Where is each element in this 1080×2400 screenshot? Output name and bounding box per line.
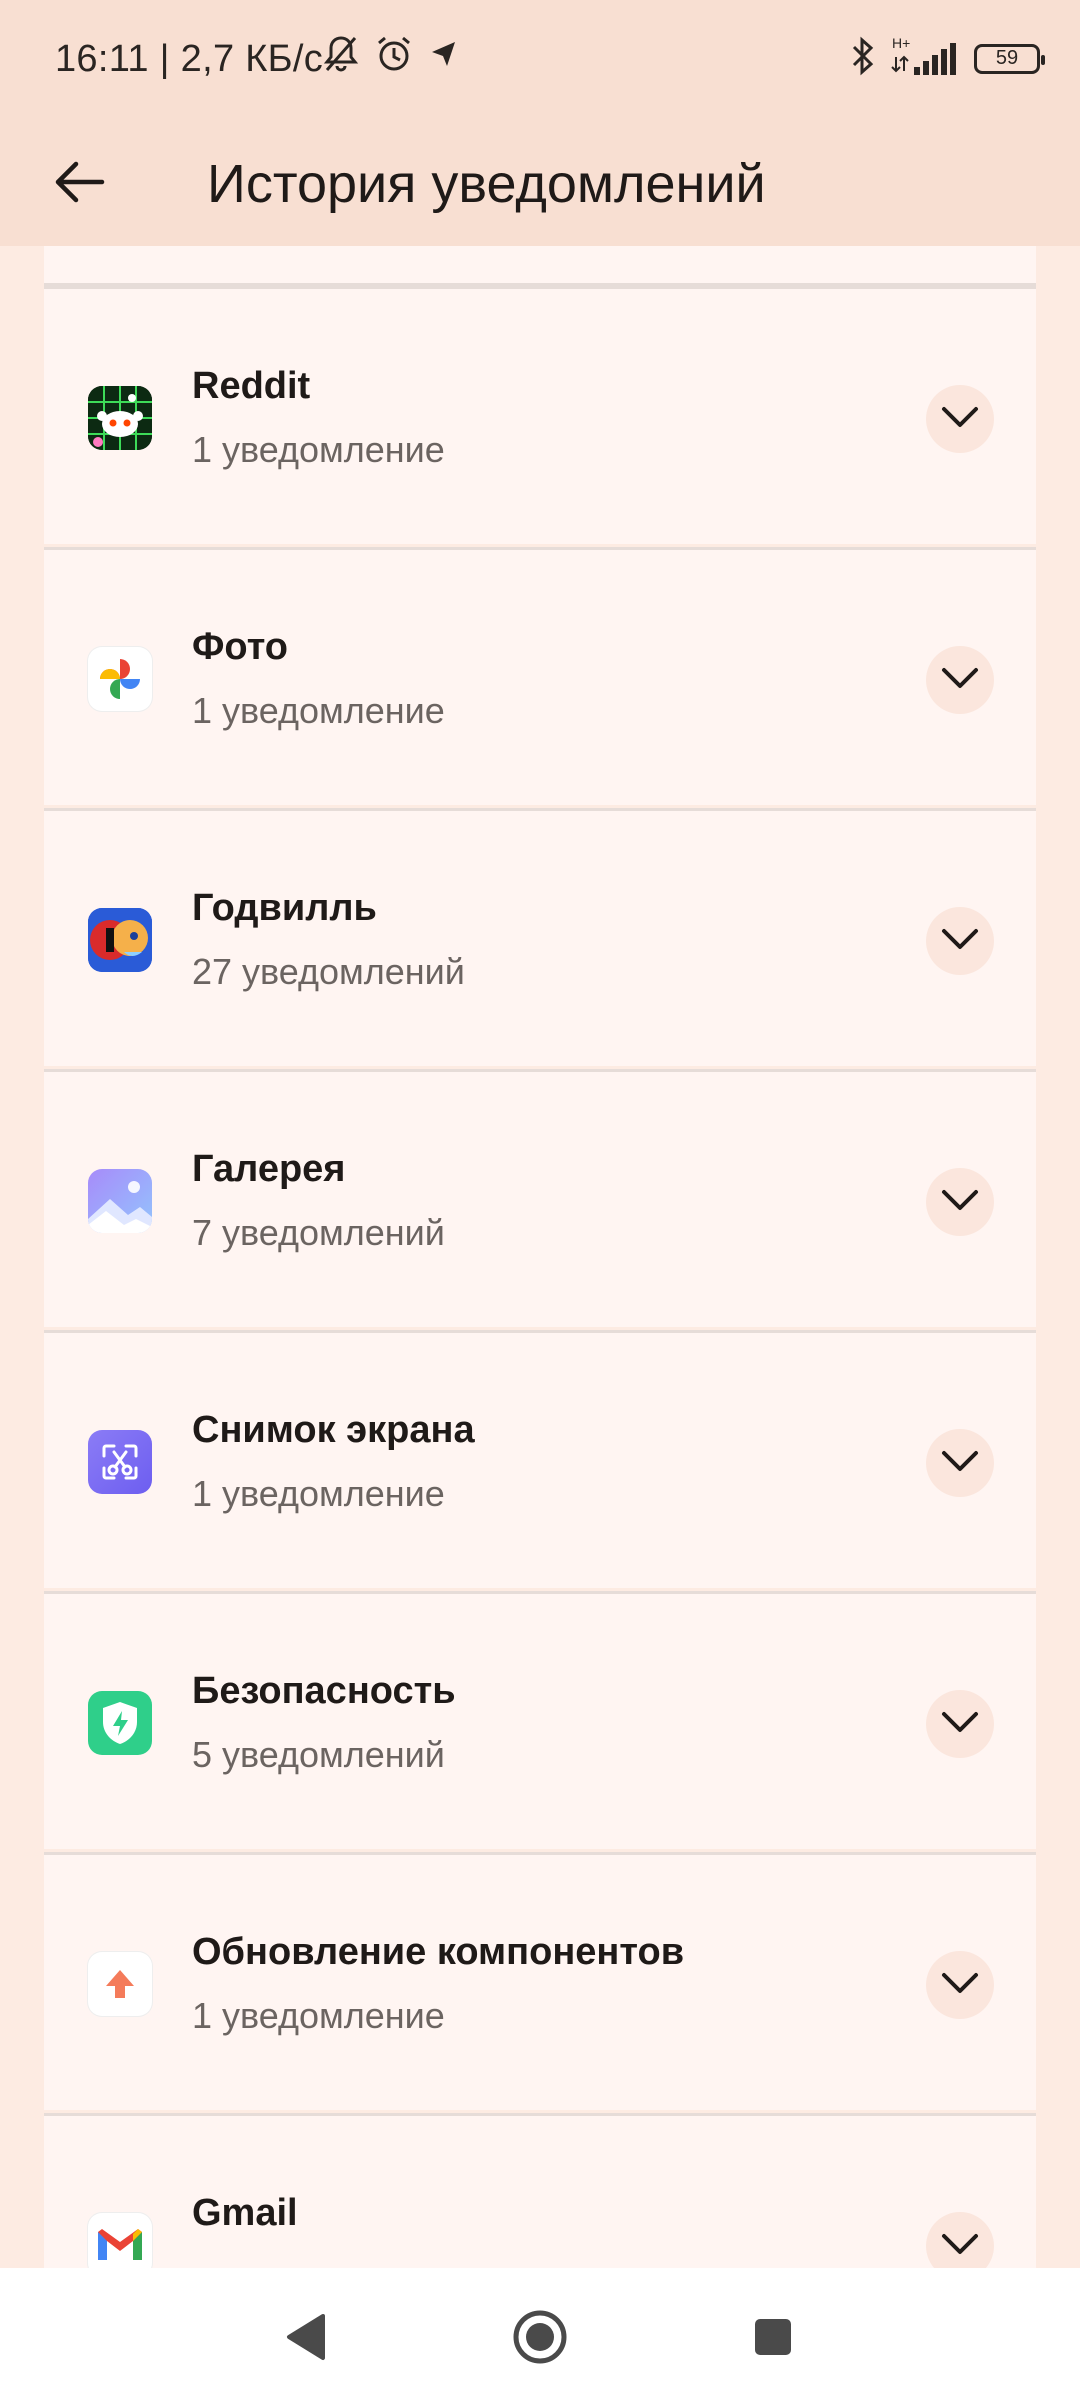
list-item[interactable]: Фото 1 уведомление xyxy=(44,547,1036,805)
status-icons-right: H+ 59 xyxy=(850,35,1045,81)
reddit-icon xyxy=(88,386,152,450)
battery-level: 59 xyxy=(995,47,1019,69)
chevron-down-icon xyxy=(940,927,980,956)
app-name: Годвилль xyxy=(192,887,377,929)
expand-button[interactable] xyxy=(926,646,994,714)
signal-icon: H+ xyxy=(890,35,960,79)
status-bar: 16:11 | 2,7 КБ/с H+ 59 xyxy=(0,0,1080,122)
chevron-down-icon xyxy=(940,666,980,695)
expand-button[interactable] xyxy=(926,1168,994,1236)
expand-button[interactable] xyxy=(926,1951,994,2019)
chevron-down-icon xyxy=(940,1710,980,1739)
godville-icon xyxy=(88,908,152,972)
notification-count: 1 уведомление xyxy=(192,1995,445,2036)
app-name: Снимок экрана xyxy=(192,1409,475,1451)
notification-history-list[interactable]: Reddit 1 уведомление Фото 1 уведомление xyxy=(44,246,1036,2268)
expand-button[interactable] xyxy=(926,2212,994,2268)
notification-count: 1 уведомление xyxy=(192,1473,445,1514)
expand-button[interactable] xyxy=(926,907,994,975)
status-icons-left xyxy=(322,34,458,79)
expand-button[interactable] xyxy=(926,1429,994,1497)
bluetooth-icon xyxy=(850,36,876,81)
arrow-left-icon xyxy=(54,160,106,209)
chevron-down-icon xyxy=(940,1188,980,1217)
app-name: Безопасность xyxy=(192,1670,456,1712)
chevron-down-icon xyxy=(940,405,980,434)
list-item[interactable]: Галерея 7 уведомлений xyxy=(44,1069,1036,1327)
list-item[interactable]: Безопасность 5 уведомлений xyxy=(44,1591,1036,1849)
list-item[interactable]: Годвилль 27 уведомлений xyxy=(44,808,1036,1066)
chevron-down-icon xyxy=(940,1971,980,2000)
gallery-icon xyxy=(88,1169,152,1233)
notification-count: 5 уведомлений xyxy=(192,1734,445,1775)
component-update-icon xyxy=(88,1952,152,2016)
app-name: Обновление компонентов xyxy=(192,1931,685,1973)
chevron-down-icon xyxy=(940,2232,980,2261)
app-name: Галерея xyxy=(192,1148,346,1190)
screenshot-icon xyxy=(88,1430,152,1494)
app-name: Фото xyxy=(192,626,289,668)
bell-muted-icon xyxy=(322,34,360,79)
alarm-clock-icon xyxy=(374,34,414,79)
notification-count: 1 уведомление xyxy=(192,690,445,731)
app-name: Reddit xyxy=(192,365,311,407)
page-title: История уведомлений xyxy=(207,154,766,214)
square-recents-icon xyxy=(751,2315,795,2364)
google-photos-icon xyxy=(88,647,152,711)
app-name: Gmail xyxy=(192,2192,298,2234)
expand-button[interactable] xyxy=(926,385,994,453)
home-circle-icon xyxy=(511,2308,569,2371)
system-navigation-bar xyxy=(0,2268,1080,2400)
triangle-back-icon xyxy=(283,2312,327,2367)
chevron-down-icon xyxy=(940,1449,980,1478)
notification-count: 27 уведомлений xyxy=(192,951,465,992)
notification-count: 7 уведомлений xyxy=(192,1212,445,1253)
nav-home-button[interactable] xyxy=(505,2304,575,2374)
app-bar: История уведомлений xyxy=(0,122,1080,246)
nav-recents-button[interactable] xyxy=(738,2304,808,2374)
list-item[interactable]: Снимок экрана 1 уведомление xyxy=(44,1330,1036,1588)
list-item[interactable]: Обновление компонентов 1 уведомление xyxy=(44,1852,1036,2110)
status-time: 16:11 | 2,7 КБ/с xyxy=(55,38,324,80)
expand-button[interactable] xyxy=(926,1690,994,1758)
list-item-partial xyxy=(44,246,1036,286)
battery-indicator: 59 xyxy=(974,43,1045,74)
security-icon xyxy=(88,1691,152,1755)
notification-count: 1 уведомление xyxy=(192,429,445,470)
back-button[interactable] xyxy=(40,144,120,224)
location-arrow-icon xyxy=(428,38,458,75)
gmail-icon xyxy=(88,2213,152,2268)
list-item[interactable]: Gmail xyxy=(44,2113,1036,2268)
list-item[interactable]: Reddit 1 уведомление xyxy=(44,286,1036,544)
nav-back-button[interactable] xyxy=(270,2304,340,2374)
